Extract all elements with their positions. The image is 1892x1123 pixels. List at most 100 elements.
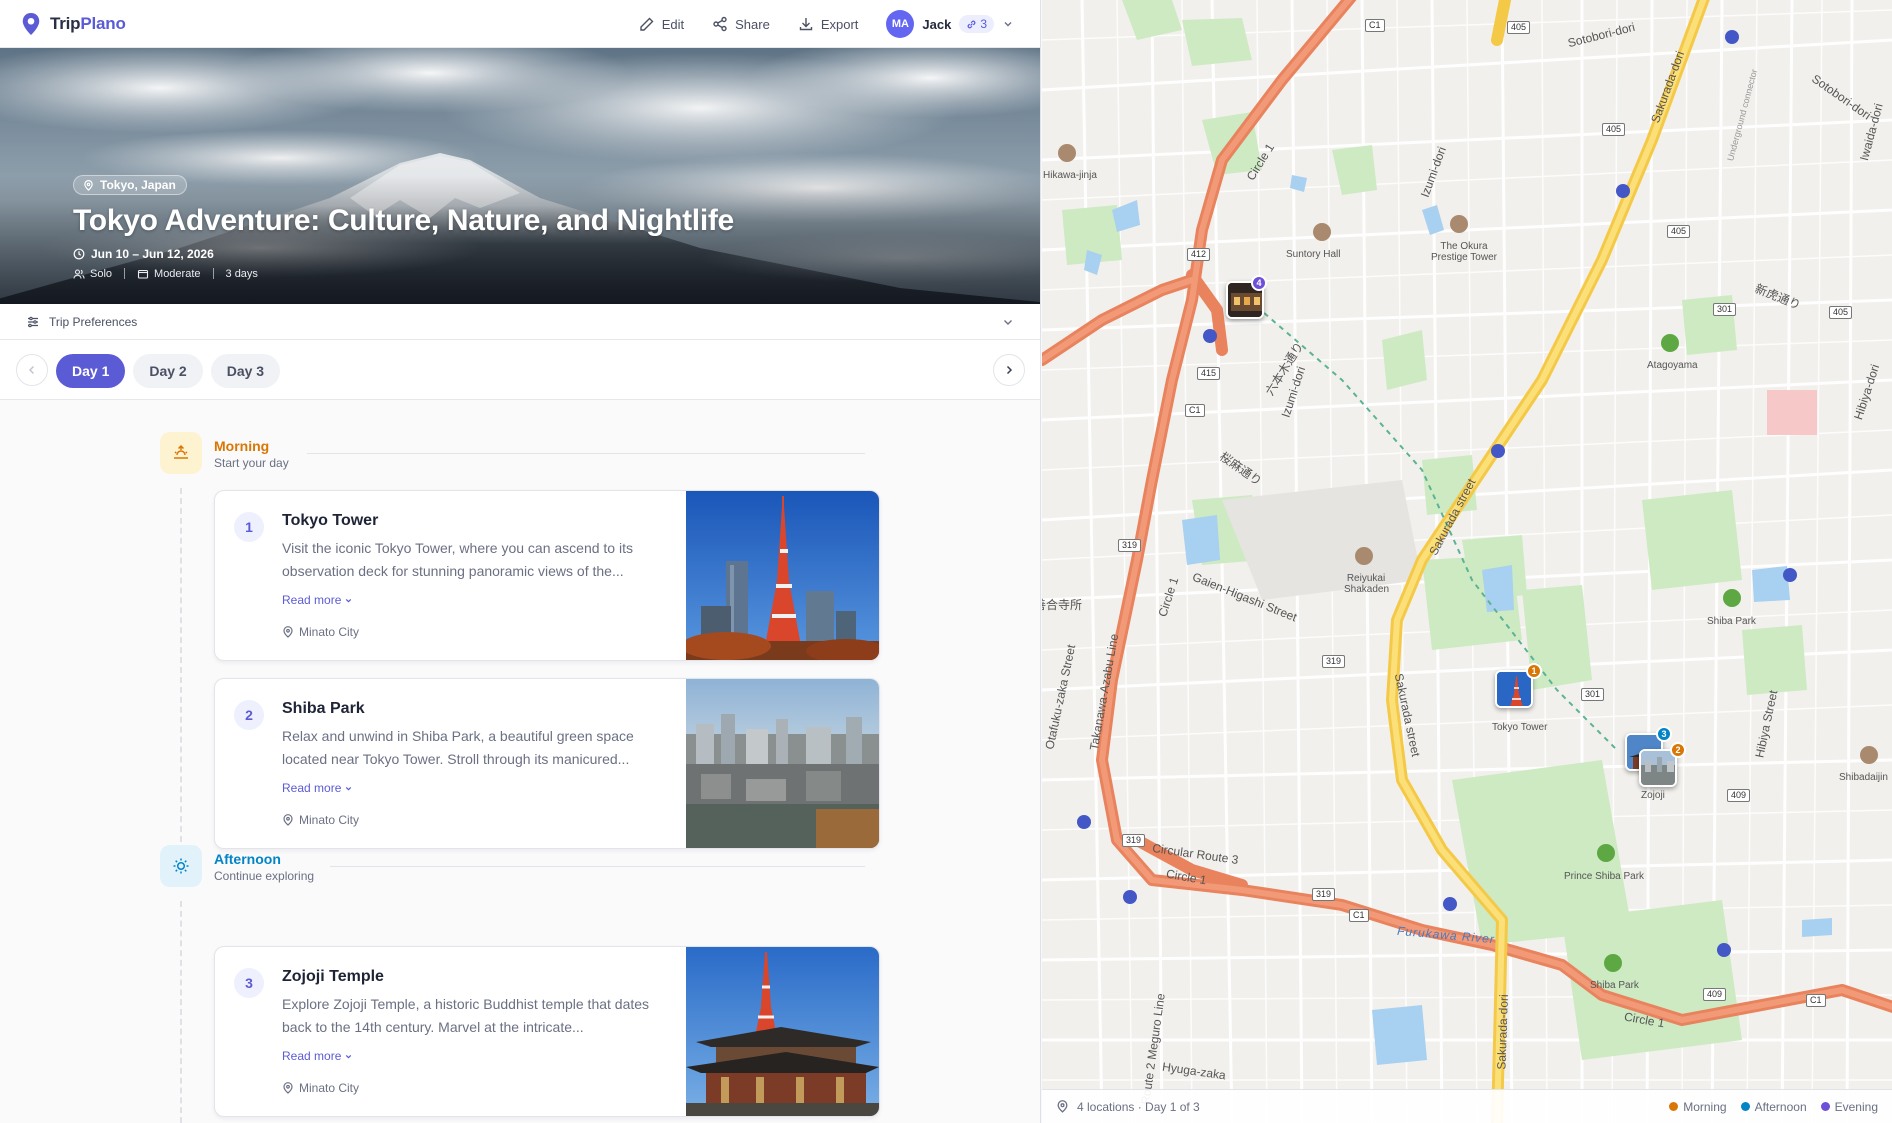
map-label-shibadaijin: Shibadaijin — [1839, 772, 1888, 783]
travelers-label: Solo — [90, 267, 113, 280]
day-tabs-bar: Day 1 Day 2 Day 3 — [0, 340, 1040, 400]
read-more-link[interactable]: Read more — [282, 781, 353, 795]
export-button[interactable]: Export — [798, 16, 859, 32]
chevron-left-icon — [28, 365, 35, 375]
map-footer: 4 locations · Day 1 of 3 Morning Afterno… — [1042, 1089, 1892, 1123]
day-tabs: Day 1 Day 2 Day 3 — [56, 354, 281, 388]
trip-preferences-toggle[interactable]: Trip Preferences — [0, 304, 1040, 340]
route-shield: 412 — [1187, 248, 1211, 261]
activity-card-3[interactable]: 3 Zojoji Temple Explore Zojoji Temple, a… — [214, 946, 880, 1117]
legend-label: Afternoon — [1754, 1099, 1807, 1114]
route-shield: 409 — [1703, 988, 1727, 1001]
prev-day-button[interactable] — [16, 354, 48, 386]
dates-label: Jun 10 – Jun 12, 2026 — [91, 246, 214, 261]
download-icon — [799, 18, 813, 31]
map-label-hikawa: Hikawa-jinja — [1043, 170, 1097, 181]
tab-day-3[interactable]: Day 3 — [210, 354, 281, 388]
map-view[interactable]: Hikawa-jinja Suntory Hall The Okura Pres… — [1042, 0, 1892, 1123]
trip-meta: Solo Moderate 3 days — [73, 268, 734, 280]
activity-number: 2 — [234, 700, 264, 730]
activity-title: Tokyo Tower — [282, 512, 379, 529]
legend-label: Evening — [1834, 1099, 1878, 1114]
activity-title: Shiba Park — [282, 700, 365, 717]
read-more-link[interactable]: Read more — [282, 593, 353, 607]
marker-badge: 4 — [1251, 275, 1267, 291]
legend-label: Morning — [1683, 1099, 1727, 1114]
tab-day-2[interactable]: Day 2 — [133, 354, 203, 388]
marker-badge: 1 — [1526, 663, 1542, 679]
divider — [330, 866, 865, 867]
users-icon — [73, 268, 85, 279]
legend-afternoon: Afternoon — [1740, 1099, 1807, 1114]
itinerary-pane: TripPlano Edit Share Export MA Jack 3 To… — [0, 0, 1041, 1123]
map-label-tokyo-tower: Tokyo Tower — [1492, 722, 1548, 733]
chevron-down-icon — [1004, 22, 1012, 27]
route-shield: C1 — [1185, 404, 1205, 417]
pace-label: Moderate — [154, 267, 201, 280]
legend-evening: Evening — [1820, 1099, 1878, 1114]
divider — [307, 453, 865, 454]
map-summary-text: 4 locations · Day 1 of 3 — [1077, 1099, 1200, 1114]
trip-title: Tokyo Adventure: Culture, Nature, and Ni… — [73, 203, 734, 237]
period-subtitle: Start your day — [214, 456, 289, 470]
period-afternoon: Afternoon Continue exploring — [160, 845, 314, 887]
chevron-down-icon — [346, 786, 352, 791]
zojoji-temple-photo — [686, 947, 879, 1116]
activity-card-1[interactable]: 1 Tokyo Tower Visit the iconic Tokyo Tow… — [214, 490, 880, 661]
user-menu[interactable]: MA Jack 3 — [886, 10, 1014, 38]
marker-badge: 3 — [1656, 726, 1672, 742]
map-pin-icon — [283, 814, 293, 826]
route-shield: 301 — [1581, 688, 1605, 701]
activity-card-2[interactable]: 2 Shiba Park Relax and unwind in Shiba P… — [214, 678, 880, 849]
shiba-park-photo — [686, 679, 879, 848]
sun-icon — [160, 845, 202, 887]
route-shield: 319 — [1118, 539, 1142, 552]
chevron-right-icon — [1006, 365, 1013, 375]
activity-location: Minato City — [282, 813, 359, 827]
tab-day-1[interactable]: Day 1 — [56, 354, 126, 388]
activity-number: 1 — [234, 512, 264, 542]
map-label-prince-shiba-park: Prince Shiba Park — [1564, 871, 1645, 882]
read-more-label: Read more — [282, 1049, 342, 1063]
route-shield: 405 — [1507, 21, 1531, 34]
travelers-meta: Solo — [73, 268, 112, 280]
top-bar: TripPlano Edit Share Export MA Jack 3 — [0, 0, 1040, 48]
chevron-down-icon — [1004, 320, 1012, 325]
route-shield: C1 — [1349, 909, 1369, 922]
export-label: Export — [820, 16, 859, 32]
map-pin-icon — [283, 1082, 293, 1094]
edit-button[interactable]: Edit — [639, 16, 684, 32]
preferences-label: Trip Preferences — [49, 314, 138, 329]
map-label-zojoji: Zojoji — [1641, 790, 1665, 801]
tokyo-tower-photo — [686, 491, 879, 660]
route-shield: 319 — [1322, 655, 1346, 668]
next-day-button[interactable] — [993, 354, 1025, 386]
route-shield: C1 — [1365, 19, 1385, 32]
share-button[interactable]: Share — [712, 16, 770, 32]
read-more-label: Read more — [282, 781, 342, 795]
map-label-suntory: Suntory Hall — [1286, 249, 1341, 260]
period-subtitle: Continue exploring — [214, 869, 315, 883]
app-name: TripPlano — [50, 14, 126, 33]
app-logo[interactable]: TripPlano — [20, 12, 126, 36]
edit-label: Edit — [661, 16, 685, 32]
legend-morning: Morning — [1669, 1099, 1727, 1114]
activity-location: Minato City — [282, 625, 359, 639]
route-shield: C1 — [1806, 994, 1826, 1007]
map-label-sakurada-dori-south: Sakurada-dori — [1494, 994, 1511, 1070]
legend-dot — [1740, 1102, 1750, 1111]
share-icon — [713, 16, 727, 32]
map-label-yogenji: 善合寺所 — [1042, 598, 1083, 612]
map-canvas[interactable] — [1042, 0, 1892, 1123]
wallet-icon — [137, 269, 149, 279]
clock-icon — [73, 248, 85, 259]
legend-dot — [1820, 1102, 1830, 1111]
link-icon — [967, 20, 976, 28]
logo-pin-icon — [22, 13, 40, 35]
timeline-line — [180, 488, 182, 852]
route-shield: 405 — [1667, 225, 1691, 238]
read-more-link[interactable]: Read more — [282, 1049, 353, 1063]
map-summary: 4 locations · Day 1 of 3 — [1056, 1100, 1200, 1114]
pace-meta: Moderate — [137, 267, 201, 280]
activity-description: Explore Zojoji Temple, a historic Buddhi… — [282, 996, 650, 1035]
